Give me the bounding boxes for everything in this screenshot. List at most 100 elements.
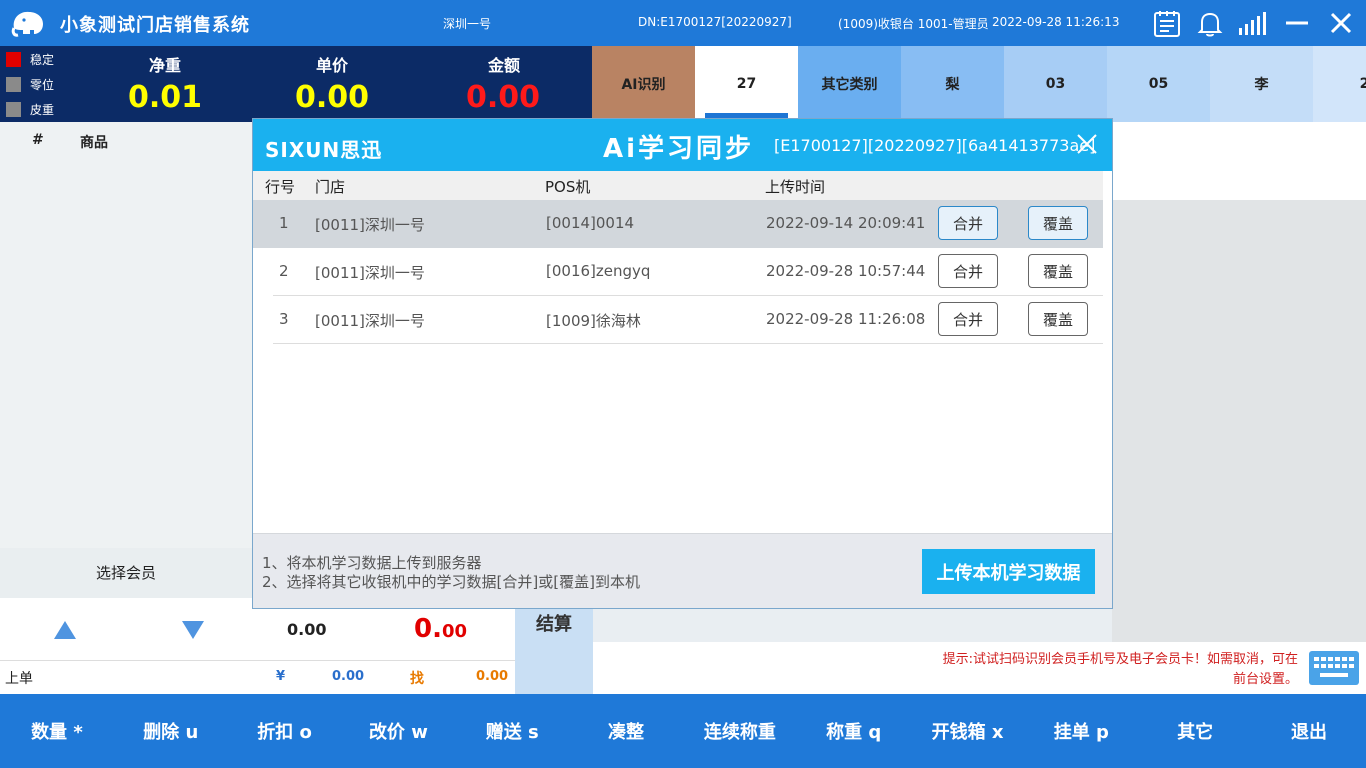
status-zero-label: 零位 — [30, 78, 55, 92]
amount-label: 金额 — [487, 56, 520, 75]
row-pos: [1009]徐海林 — [546, 312, 641, 330]
upload-learning-data-button[interactable]: 上传本机学习数据 — [922, 549, 1095, 594]
title-bar: 小象测试门店销售系统 深圳一号 DN:E1700127[20220927] (1… — [0, 0, 1366, 46]
total-amount: 0.00 — [414, 614, 467, 644]
row-time: 2022-09-28 11:26:08 — [766, 310, 926, 328]
gift-button[interactable]: 赠送 s — [455, 694, 569, 768]
category-tab-label: 27 — [736, 76, 757, 92]
footer-line1: 1、将本机学习数据上传到服务器 — [262, 554, 482, 572]
divider — [0, 660, 515, 661]
bell-icon[interactable] — [1195, 8, 1225, 38]
continuous-weigh-button[interactable]: 连续称重 — [683, 694, 797, 768]
row-time: 2022-09-14 20:09:41 — [766, 214, 926, 232]
delete-button[interactable]: 删除 u — [114, 694, 228, 768]
category-tab-pear[interactable]: 梨 — [901, 46, 1004, 122]
dialog-footer: 1、将本机学习数据上传到服务器 2、选择将其它收银机中的学习数据[合并]或[覆盖… — [253, 533, 1112, 608]
dialog-header: SIXUN思迅 Ai学习同步 [E1700127][20220927][6a41… — [253, 119, 1112, 171]
category-tab-label: 李 — [1254, 77, 1269, 93]
weigh-button[interactable]: 称重 q — [797, 694, 911, 768]
settle-button[interactable]: 结算 — [515, 598, 593, 694]
quantity-button[interactable]: 数量 * — [0, 694, 114, 768]
row-store: [0011]深圳一号 — [315, 264, 425, 282]
status-zero: 零位 — [6, 76, 54, 93]
change-price-button[interactable]: 改价 w — [341, 694, 455, 768]
member-hint-line2: 前台设置。 — [1232, 672, 1298, 687]
footer-line2: 2、选择将其它收银机中的学习数据[合并]或[覆盖]到本机 — [262, 573, 640, 591]
sixun-logo: SIXUN思迅 — [265, 138, 383, 162]
table-row[interactable]: 3 [0011]深圳一号 [1009]徐海林 2022-09-28 11:26:… — [253, 296, 1103, 344]
cart-list: # 商品 — [0, 122, 252, 596]
scroll-down-icon[interactable] — [180, 619, 206, 641]
row-time: 2022-09-28 10:57:44 — [766, 262, 926, 280]
signal-icon — [1239, 12, 1266, 35]
discount-button[interactable]: 折扣 o — [228, 694, 342, 768]
store-name: 深圳一号 — [443, 17, 492, 31]
app-title: 小象测试门店销售系统 — [60, 15, 250, 36]
total-amount-int: 0. — [414, 614, 442, 644]
unit-price-label: 单价 — [315, 56, 348, 75]
status-tare-indicator — [6, 102, 21, 117]
scroll-up-icon[interactable] — [52, 619, 78, 641]
table-row[interactable]: 2 [0011]深圳一号 [0016]zengyq 2022-09-28 10:… — [253, 248, 1103, 296]
category-tab-label: 梨 — [945, 77, 960, 93]
category-tabs: AI识别 27 其它类别 梨 03 05 李 2 — [592, 46, 1366, 122]
category-tab-plum[interactable]: 李 — [1210, 46, 1313, 122]
col-pos: POS机 — [545, 178, 591, 196]
cart-col-goods: 商品 — [80, 135, 108, 151]
select-member-button[interactable]: 选择会员 — [0, 548, 252, 598]
change-label: 找 — [410, 671, 424, 687]
cart-col-index: # — [32, 132, 44, 148]
unit-price-value: 0.00 — [294, 80, 370, 115]
row-pos: [0016]zengyq — [546, 262, 651, 280]
other-button[interactable]: 其它 — [1138, 694, 1252, 768]
table-header: 行号 门店 POS机 上传时间 — [253, 171, 1103, 200]
row-store: [0011]深圳一号 — [315, 216, 425, 234]
merge-button[interactable]: 合并 — [938, 254, 998, 288]
cover-button[interactable]: 覆盖 — [1028, 254, 1088, 288]
table-row[interactable]: 1 [0011]深圳一号 [0014]0014 2022-09-14 20:09… — [253, 200, 1103, 248]
col-store: 门店 — [315, 178, 346, 196]
cover-button[interactable]: 覆盖 — [1028, 302, 1088, 336]
merge-button[interactable]: 合并 — [938, 206, 998, 240]
category-tab-05[interactable]: 05 — [1107, 46, 1210, 122]
merge-button[interactable]: 合并 — [938, 302, 998, 336]
paid-value: 0.00 — [332, 669, 365, 684]
total-amount-dec: 00 — [441, 621, 468, 642]
product-grid — [1112, 200, 1366, 642]
category-tab-2[interactable]: 2 — [1313, 46, 1366, 122]
member-hint: 提示:试试扫码识别会员手机号及电子会员卡！如需取消，可在 前台设置。 — [943, 650, 1298, 690]
net-weight-label: 净重 — [148, 56, 181, 75]
notes-icon[interactable] — [1152, 8, 1182, 38]
category-tab-27[interactable]: 27 — [695, 46, 798, 122]
round-button[interactable]: 凑整 — [569, 694, 683, 768]
row-no: 3 — [279, 310, 289, 328]
category-tab-other[interactable]: 其它类别 — [798, 46, 901, 122]
datetime: 2022-09-28 11:26:13 — [992, 15, 1120, 29]
function-key-bar: 数量 * 删除 u 折扣 o 改价 w 赠送 s 凑整 连续称重 称重 q 开钱… — [0, 694, 1366, 768]
member-hint-line1: 提示:试试扫码识别会员手机号及电子会员卡！如需取消，可在 — [942, 652, 1298, 667]
dialog-title: Ai学习同步 — [603, 134, 755, 164]
footer-instructions: 1、将本机学习数据上传到服务器 2、选择将其它收银机中的学习数据[合并]或[覆盖… — [262, 554, 640, 592]
dialog-close-icon[interactable] — [1076, 133, 1098, 155]
exit-button[interactable]: 退出 — [1252, 694, 1366, 768]
keyboard-icon[interactable] — [1308, 650, 1360, 686]
row-no: 1 — [279, 214, 289, 232]
category-tab-label: 05 — [1148, 76, 1169, 92]
previous-order-label[interactable]: 上单 — [5, 668, 33, 688]
category-tab-ai[interactable]: AI识别 — [592, 46, 695, 122]
close-icon[interactable] — [1326, 8, 1356, 38]
category-tab-label: 其它类别 — [821, 77, 878, 93]
open-cash-drawer-button[interactable]: 开钱箱 x — [911, 694, 1025, 768]
elephant-logo-icon — [11, 11, 44, 37]
status-stable-label: 稳定 — [30, 53, 55, 67]
status-tare-label: 皮重 — [30, 103, 55, 117]
category-tab-03[interactable]: 03 — [1004, 46, 1107, 122]
col-row-no: 行号 — [265, 178, 296, 196]
minimize-icon[interactable] — [1282, 8, 1312, 38]
row-divider — [273, 343, 1103, 344]
hang-order-button[interactable]: 挂单 p — [1024, 694, 1138, 768]
category-tab-label: 2 — [1359, 76, 1366, 92]
totals-panel — [0, 598, 515, 694]
hint-area: 提示:试试扫码识别会员手机号及电子会员卡！如需取消，可在 前台设置。 — [593, 642, 1366, 694]
cover-button[interactable]: 覆盖 — [1028, 206, 1088, 240]
